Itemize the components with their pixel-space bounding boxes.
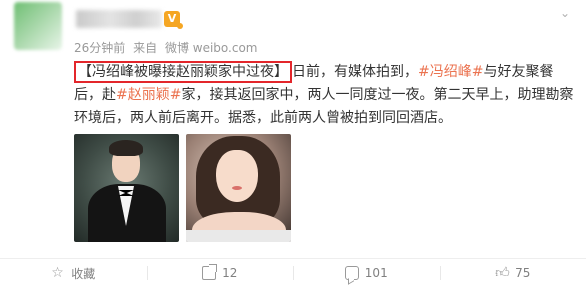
post-source[interactable]: 微博 weibo.com: [165, 41, 258, 55]
topic-link-feng[interactable]: #冯绍峰#: [418, 64, 483, 80]
chevron-down-icon[interactable]: ⌄: [558, 6, 572, 20]
like-button[interactable]: 👍︎ 75: [439, 259, 586, 287]
share-count: 12: [222, 266, 238, 280]
comment-icon: [344, 266, 359, 280]
username-blurred[interactable]: [76, 10, 162, 28]
share-button[interactable]: 12: [146, 259, 294, 287]
action-bar: ☆ 收藏 12 101 👍︎ 75: [0, 259, 586, 287]
post-text-part-1: 日前，有媒体拍到，: [292, 64, 418, 80]
topic-link-zhao[interactable]: #赵丽颖#: [116, 87, 181, 103]
comment-button[interactable]: 101: [293, 259, 440, 287]
weibo-post-card: V ⌄ 26分钟前 来自 微博 weibo.com 【冯绍峰被曝接赵丽颖家中过夜…: [0, 0, 586, 287]
share-icon: [202, 264, 218, 280]
star-icon: ☆: [51, 265, 64, 281]
post-meta: 26分钟前 来自 微博 weibo.com: [74, 39, 262, 56]
post-time[interactable]: 26分钟前: [74, 41, 125, 55]
highlighted-headline: 【冯绍峰被曝接赵丽颖家中过夜】: [74, 61, 292, 83]
favorite-button[interactable]: ☆ 收藏: [0, 259, 147, 287]
favorite-label: 收藏: [71, 266, 96, 281]
photo-figure-face: [216, 150, 258, 202]
photo-figure-dress: [186, 230, 291, 242]
like-count: 75: [515, 266, 531, 280]
photo-figure-lips: [232, 186, 242, 190]
vip-badge-icon: V: [164, 11, 183, 29]
post-photo-man-in-tuxedo[interactable]: [74, 134, 179, 242]
post-photo-woman-portrait[interactable]: [186, 134, 291, 242]
thumbs-up-icon: 👍︎: [495, 265, 510, 281]
avatar[interactable]: [14, 2, 62, 50]
post-text: 【冯绍峰被曝接赵丽颖家中过夜】 日前，有媒体拍到，#冯绍峰#与好友聚餐后，赴#赵丽…: [74, 61, 580, 130]
source-prefix: 来自: [133, 41, 158, 55]
comment-count: 101: [364, 266, 388, 280]
photo-figure-hair: [109, 140, 143, 156]
